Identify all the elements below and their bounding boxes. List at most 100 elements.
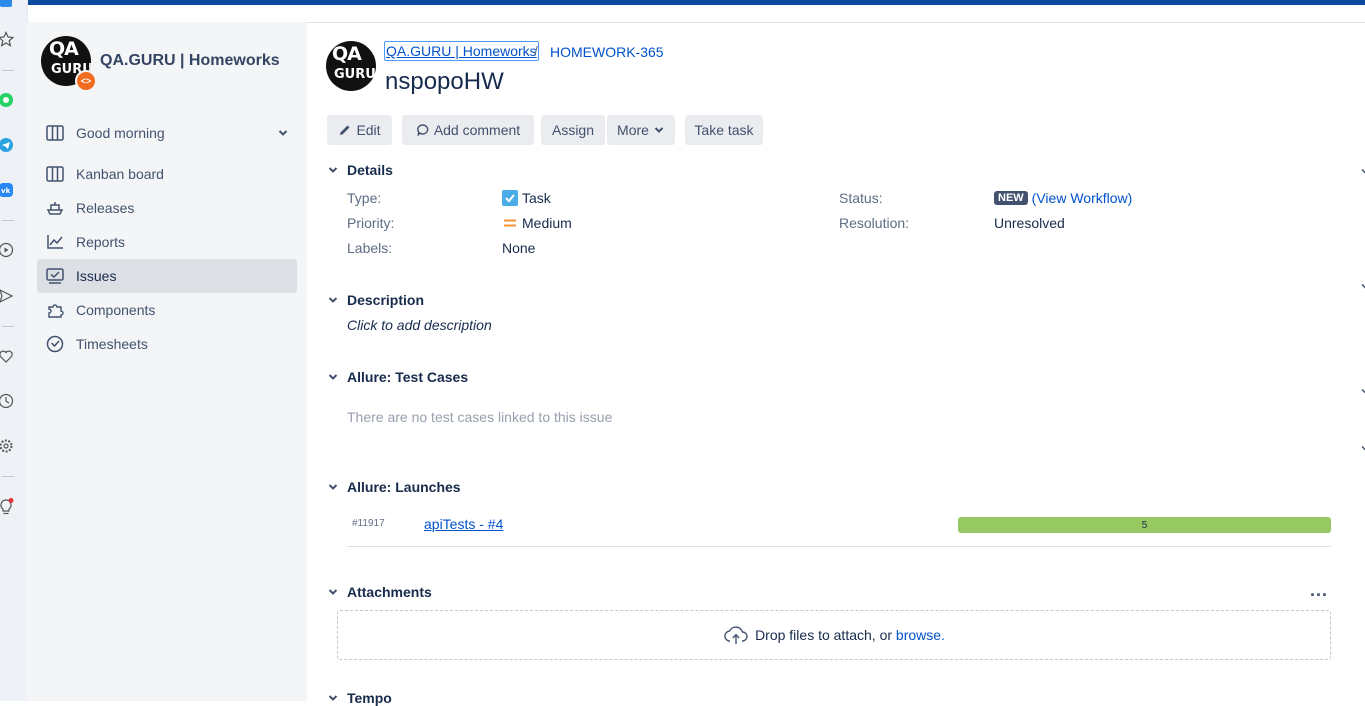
- clock-icon: [45, 334, 65, 354]
- priority-value[interactable]: Medium: [502, 215, 572, 231]
- sidebar-item-timesheets[interactable]: Timesheets: [37, 327, 297, 361]
- svg-text:vk: vk: [1, 187, 11, 195]
- vk-icon[interactable]: vk: [0, 181, 15, 199]
- breadcrumb-separator: /: [534, 43, 538, 59]
- tempo-toggle[interactable]: Tempo: [327, 690, 392, 706]
- attachment-dropzone[interactable]: Drop files to attach, or browse.: [337, 610, 1331, 660]
- launch-link[interactable]: apiTests - #4: [424, 516, 503, 532]
- board-icon: [45, 123, 65, 143]
- description-placeholder[interactable]: Click to add description: [347, 317, 492, 333]
- comment-icon: [416, 124, 429, 136]
- view-workflow-link[interactable]: (View Workflow): [1032, 190, 1133, 206]
- status-badge: NEW: [994, 191, 1028, 205]
- telegram-icon[interactable]: [0, 136, 15, 154]
- status-label: Status:: [839, 190, 883, 206]
- sidebar-item-reports[interactable]: Reports: [37, 225, 297, 259]
- sidebar-item-kanban[interactable]: Kanban board: [37, 157, 297, 191]
- sidebar-item-releases[interactable]: Releases: [37, 191, 297, 225]
- assign-label: Assign: [551, 122, 595, 138]
- sidebar-item-label: Components: [76, 302, 156, 318]
- type-value[interactable]: Task: [502, 190, 551, 206]
- labels-label: Labels:: [347, 240, 393, 256]
- launches-heading: Allure: Launches: [347, 479, 461, 495]
- sidebar-item-label: Releases: [76, 200, 135, 216]
- chevron-down-icon: [654, 127, 664, 133]
- browser-side-strip: vk: [0, 0, 28, 701]
- settings-icon[interactable]: [0, 437, 15, 455]
- take-task-label: Take task: [694, 122, 754, 138]
- issues-icon: [45, 266, 65, 286]
- sidebar-item-board-switcher[interactable]: Good morning: [37, 116, 297, 150]
- logo-text: GURU: [334, 67, 376, 82]
- resolution-value: Unresolved: [994, 215, 1065, 231]
- type-text: Task: [522, 190, 551, 206]
- sidebar-item-label: Timesheets: [76, 336, 148, 352]
- separator: [2, 476, 14, 477]
- status-value: NEW (View Workflow): [994, 190, 1132, 206]
- chart-icon: [45, 232, 65, 252]
- chevron-down-icon: [277, 126, 289, 142]
- sidebar-item-issues[interactable]: Issues: [37, 259, 297, 293]
- history-icon[interactable]: [0, 392, 15, 410]
- type-label: Type:: [347, 190, 382, 206]
- chevron-down-icon[interactable]: [1361, 167, 1365, 175]
- details-toggle[interactable]: Details: [327, 162, 393, 178]
- breadcrumb-issue-key[interactable]: HOMEWORK-365: [550, 44, 664, 60]
- launches-toggle[interactable]: Allure: Launches: [327, 479, 461, 495]
- cloud-upload-icon: [724, 626, 748, 644]
- heart-icon[interactable]: [0, 347, 15, 365]
- app-icon[interactable]: [0, 0, 15, 10]
- attachments-more-button[interactable]: ...: [1310, 580, 1328, 601]
- chevron-down-icon: [327, 164, 339, 176]
- sidebar-item-label: Reports: [76, 234, 126, 250]
- project-name[interactable]: QA.GURU | Homeworks: [100, 52, 280, 70]
- chevron-down-icon: [327, 586, 339, 598]
- chevron-down-icon: [327, 481, 339, 493]
- test-cases-empty-message: There are no test cases linked to this i…: [347, 409, 613, 425]
- test-cases-heading: Allure: Test Cases: [347, 369, 469, 385]
- take-task-button[interactable]: Take task: [685, 115, 763, 145]
- details-heading: Details: [347, 162, 393, 178]
- attachments-toggle[interactable]: Attachments: [327, 584, 432, 600]
- sidebar-item-label: Kanban board: [76, 166, 164, 182]
- sidebar-item-label: Good morning: [76, 125, 165, 141]
- chevron-down-icon[interactable]: [1361, 444, 1365, 452]
- chevron-down-icon[interactable]: [1361, 282, 1365, 290]
- test-cases-toggle[interactable]: Allure: Test Cases: [327, 369, 468, 385]
- chevron-down-icon[interactable]: [1361, 387, 1365, 395]
- sidebar-item-components[interactable]: Components: [37, 293, 297, 327]
- more-button[interactable]: More: [607, 115, 675, 145]
- launch-result-bar[interactable]: 5: [958, 517, 1331, 533]
- description-heading: Description: [347, 292, 425, 308]
- issue-title[interactable]: nspopoHW: [385, 68, 504, 96]
- breadcrumb-project-link[interactable]: QA.GURU | Homeworks: [384, 41, 539, 61]
- drop-text: Drop files to attach, or: [755, 627, 893, 643]
- chevron-down-icon: [327, 371, 339, 383]
- project-sidebar: QA GURU <> QA.GURU | Homeworks Good morn…: [27, 22, 307, 701]
- whatsapp-icon[interactable]: [0, 91, 15, 109]
- project-avatar[interactable]: QA GURU: [326, 41, 376, 91]
- ship-icon: [45, 198, 65, 218]
- divider: [347, 546, 1331, 547]
- send-icon[interactable]: [0, 287, 15, 305]
- edit-button[interactable]: Edit: [327, 115, 392, 145]
- launch-id: #11917: [352, 518, 385, 529]
- assign-button[interactable]: Assign: [541, 115, 605, 145]
- chevron-down-icon: [327, 294, 339, 306]
- browse-link[interactable]: browse.: [896, 627, 945, 643]
- play-icon[interactable]: [0, 241, 15, 259]
- logo-text: QA: [49, 38, 79, 60]
- add-comment-button[interactable]: Add comment: [402, 115, 534, 145]
- project-type-icon: <>: [75, 70, 97, 92]
- launch-passed-fill: 5: [958, 517, 1331, 533]
- top-header: [26, 5, 1365, 23]
- lightbulb-icon[interactable]: [0, 498, 15, 516]
- tempo-heading: Tempo: [347, 690, 392, 706]
- puzzle-icon: [45, 300, 65, 320]
- description-toggle[interactable]: Description: [327, 292, 424, 308]
- logo-text: QA: [332, 43, 362, 65]
- attachments-heading: Attachments: [347, 584, 432, 600]
- labels-value[interactable]: None: [502, 240, 535, 256]
- star-icon[interactable]: [0, 30, 15, 48]
- priority-text: Medium: [522, 215, 572, 231]
